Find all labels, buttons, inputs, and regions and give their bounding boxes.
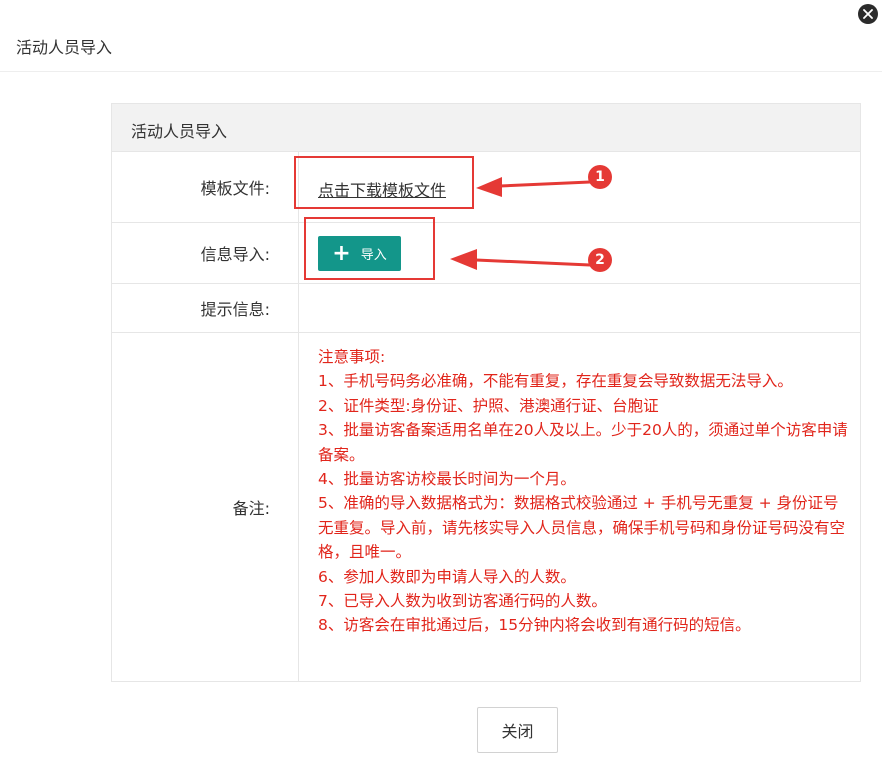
section-title: 活动人员导入	[131, 122, 228, 141]
annotation-badge-1: 1	[588, 165, 612, 189]
remark-line: 2、证件类型:身份证、护照、港澳通行证、台胞证	[318, 396, 659, 415]
remark-line: 3、批量访客备案适用名单在20人及以上。少于20人的，须通过单个访客申请备案。	[318, 421, 848, 464]
tip-label: 提示信息:	[112, 284, 299, 332]
tip-row: 提示信息:	[112, 284, 860, 333]
section-header: 活动人员导入	[112, 104, 860, 152]
dialog-title: 活动人员导入	[16, 38, 113, 57]
remark-line: 8、访客会在审批通过后，15分钟内将会收到有通行码的短信。	[318, 616, 751, 635]
dialog-header: 活动人员导入	[0, 0, 882, 72]
annotation-box-1	[294, 156, 474, 209]
template-row: 模板文件: 点击下载模板文件	[112, 152, 860, 223]
annotation-badge-2: 2	[588, 248, 612, 272]
import-form-table: 活动人员导入 模板文件: 点击下载模板文件 信息导入: + 导入 提示信息: 备…	[111, 103, 861, 682]
annotation-box-2	[304, 217, 435, 280]
remark-line: 7、已导入人数为收到访客通行码的人数。	[318, 592, 607, 611]
template-label: 模板文件:	[112, 152, 299, 222]
remark-line: 5、准确的导入数据格式为：数据格式校验通过 + 手机号无重复 + 身份证号无重复…	[318, 494, 846, 562]
remark-line: 注意事项:	[318, 348, 386, 366]
remark-line: 4、批量访客访校最长时间为一个月。	[318, 470, 576, 489]
import-label: 信息导入:	[112, 223, 299, 283]
import-row: 信息导入: + 导入	[112, 223, 860, 284]
remark-row: 备注: 注意事项: 1、手机号码务必准确，不能有重复，存在重复会导致数据无法导入…	[112, 333, 860, 681]
close-icon[interactable]	[858, 4, 878, 24]
close-button[interactable]: 关闭	[477, 707, 558, 753]
remark-value: 注意事项: 1、手机号码务必准确，不能有重复，存在重复会导致数据无法导入。 2、…	[299, 333, 860, 681]
remark-line: 6、参加人数即为申请人导入的人数。	[318, 567, 576, 586]
close-icon-glyph	[863, 9, 873, 19]
tip-value	[299, 284, 860, 332]
remark-notes: 注意事项: 1、手机号码务必准确，不能有重复，存在重复会导致数据无法导入。 2、…	[318, 345, 848, 638]
remark-label: 备注:	[112, 333, 299, 681]
remark-line: 1、手机号码务必准确，不能有重复，存在重复会导致数据无法导入。	[318, 372, 793, 391]
